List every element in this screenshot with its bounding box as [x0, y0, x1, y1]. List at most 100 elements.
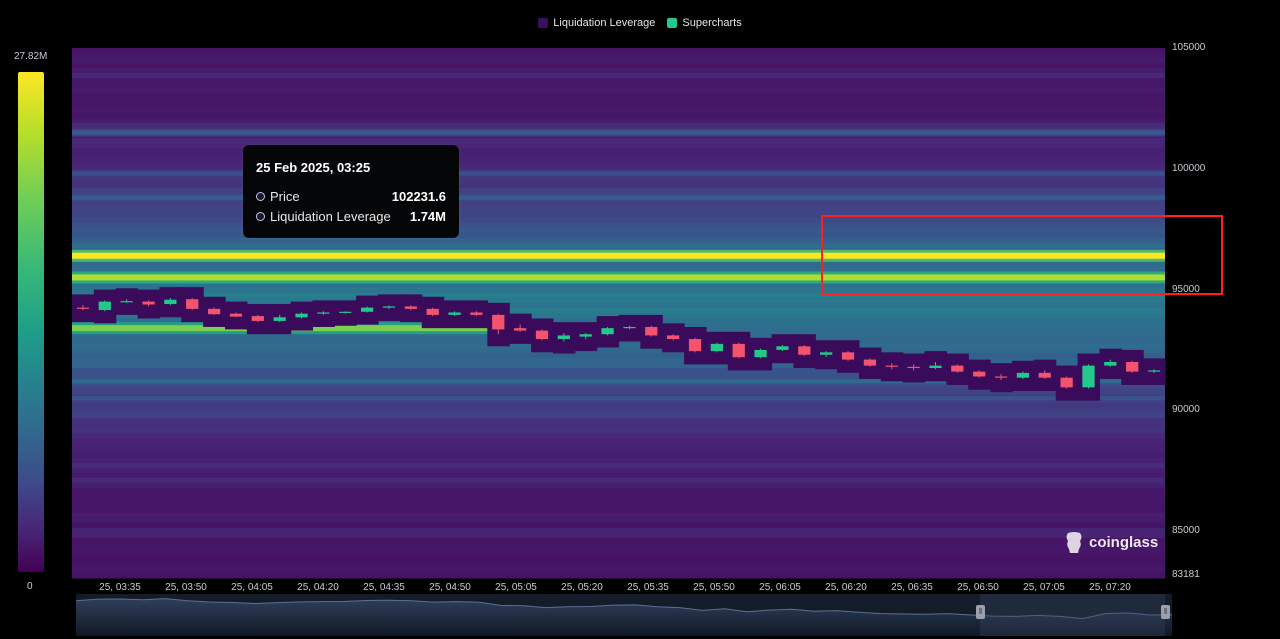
- watermark-text: coinglass: [1089, 533, 1159, 551]
- candle-body: [951, 365, 964, 372]
- tooltip-dot-icon: [256, 211, 265, 221]
- candle-body: [207, 308, 221, 315]
- candle-body: [404, 306, 417, 309]
- highlight-annotation-box: [821, 215, 1223, 295]
- heatmap-row: [72, 508, 1165, 514]
- candle-body: [339, 311, 352, 313]
- heatmap-row: [72, 568, 1165, 574]
- x-tick-label: 25, 04:05: [231, 582, 273, 593]
- heatmap-row: [72, 93, 1165, 99]
- heatmap-row: [72, 68, 1165, 74]
- heatmap-row: [72, 403, 1165, 409]
- heatmap-row: [72, 83, 1165, 89]
- heatmap-row: [72, 108, 1165, 114]
- candle-body: [973, 371, 986, 377]
- candle-body: [929, 365, 942, 369]
- navigator[interactable]: [75, 594, 1173, 636]
- heatmap-row: [72, 178, 1165, 184]
- candle-body: [1082, 365, 1095, 388]
- candle-body: [186, 299, 199, 309]
- heatmap-row: [72, 468, 1165, 474]
- y-tick-label: 83181: [1172, 569, 1200, 580]
- heatmap-row: [72, 153, 1165, 159]
- x-tick-label: 25, 07:05: [1023, 582, 1065, 593]
- heatmap-row: [72, 488, 1165, 494]
- candle-body: [120, 301, 133, 303]
- candle-body: [1038, 372, 1051, 378]
- heatmap-row: [72, 348, 1165, 354]
- heatmap-row: [72, 118, 1165, 124]
- heatmap-row: [72, 503, 1165, 509]
- y-tick-label: 85000: [1172, 525, 1200, 537]
- heatmap-row: [72, 148, 1165, 154]
- y-tick-label: 105000: [1172, 42, 1206, 53]
- x-tick-label: 25, 04:50: [429, 582, 471, 593]
- x-tick-label: 25, 03:35: [99, 582, 141, 593]
- heatmap-row: [72, 528, 1165, 534]
- tooltip-value-price: 102231.6: [391, 188, 446, 204]
- heatmap-row: [72, 483, 1165, 489]
- heatmap-row: [72, 548, 1165, 554]
- candle-body: [426, 308, 439, 315]
- candle-body: [273, 317, 286, 321]
- x-tick-label: 25, 05:20: [561, 582, 603, 593]
- tooltip-label-price: Price: [270, 188, 300, 204]
- heatmap-row: [72, 203, 1165, 209]
- liquidation-band-core: [72, 195, 1165, 200]
- heatmap-row: [72, 573, 1165, 579]
- candle-body: [623, 326, 636, 329]
- candle-body: [1060, 377, 1073, 388]
- candle-body: [885, 365, 898, 367]
- candle-body: [164, 299, 177, 305]
- candle-body: [98, 301, 111, 311]
- heatmap-row: [72, 418, 1165, 424]
- candle-body: [798, 346, 811, 355]
- heatmap-row: [72, 458, 1165, 464]
- heatmap-row: [72, 478, 1165, 484]
- heatmap-row: [72, 513, 1165, 519]
- candle-body: [754, 349, 767, 358]
- tooltip: 25 Feb 2025, 03:25 Price 102231.6 Liquid…: [243, 145, 459, 238]
- navigator-left-handle[interactable]: ‖: [976, 605, 985, 619]
- candle-body: [579, 334, 592, 337]
- candle-body: [251, 316, 264, 321]
- x-tick-label: 25, 06:05: [759, 582, 801, 593]
- candle-body: [601, 328, 614, 335]
- candle-body: [295, 313, 308, 318]
- heatmap-row: [72, 543, 1165, 549]
- navigator-selection: [980, 594, 1165, 636]
- x-tick-label: 25, 05:35: [627, 582, 669, 593]
- heatmap-row: [72, 433, 1165, 439]
- heatmap-row: [72, 518, 1165, 524]
- heatmap-row: [72, 48, 1165, 54]
- candle-body: [492, 314, 505, 330]
- x-tick-label: 25, 04:20: [297, 582, 339, 593]
- heatmap-row: [72, 408, 1165, 414]
- candle-body: [688, 339, 702, 352]
- heatmap-row: [72, 463, 1165, 469]
- coinglass-logo-icon: [1066, 532, 1082, 553]
- tooltip-date: 25 Feb 2025, 03:25: [256, 160, 371, 175]
- candle-body: [1104, 361, 1117, 366]
- heatmap-row: [72, 158, 1165, 164]
- heatmap-row: [72, 113, 1165, 119]
- x-tick-label: 25, 05:05: [495, 582, 537, 593]
- heatmap-row: [72, 58, 1165, 64]
- candle-body: [994, 376, 1008, 378]
- heatmap-row: [72, 523, 1165, 529]
- heatmap-row: [72, 188, 1165, 194]
- heatmap-row: [72, 78, 1165, 84]
- x-tick-label: 25, 04:35: [363, 582, 405, 593]
- candle-body: [382, 306, 396, 308]
- candle-body: [1147, 370, 1161, 372]
- candle-body: [470, 312, 483, 315]
- heatmap-row: [72, 428, 1165, 434]
- watermark: coinglass: [1064, 531, 1158, 553]
- tooltip-dot-icon: [256, 191, 265, 201]
- heatmap-row: [72, 53, 1165, 59]
- navigator-right-handle[interactable]: ‖: [1161, 605, 1170, 619]
- heatmap-row: [72, 143, 1165, 149]
- candle-body: [667, 335, 680, 340]
- heatmap-row: [72, 208, 1165, 214]
- heatmap-row: [72, 493, 1165, 499]
